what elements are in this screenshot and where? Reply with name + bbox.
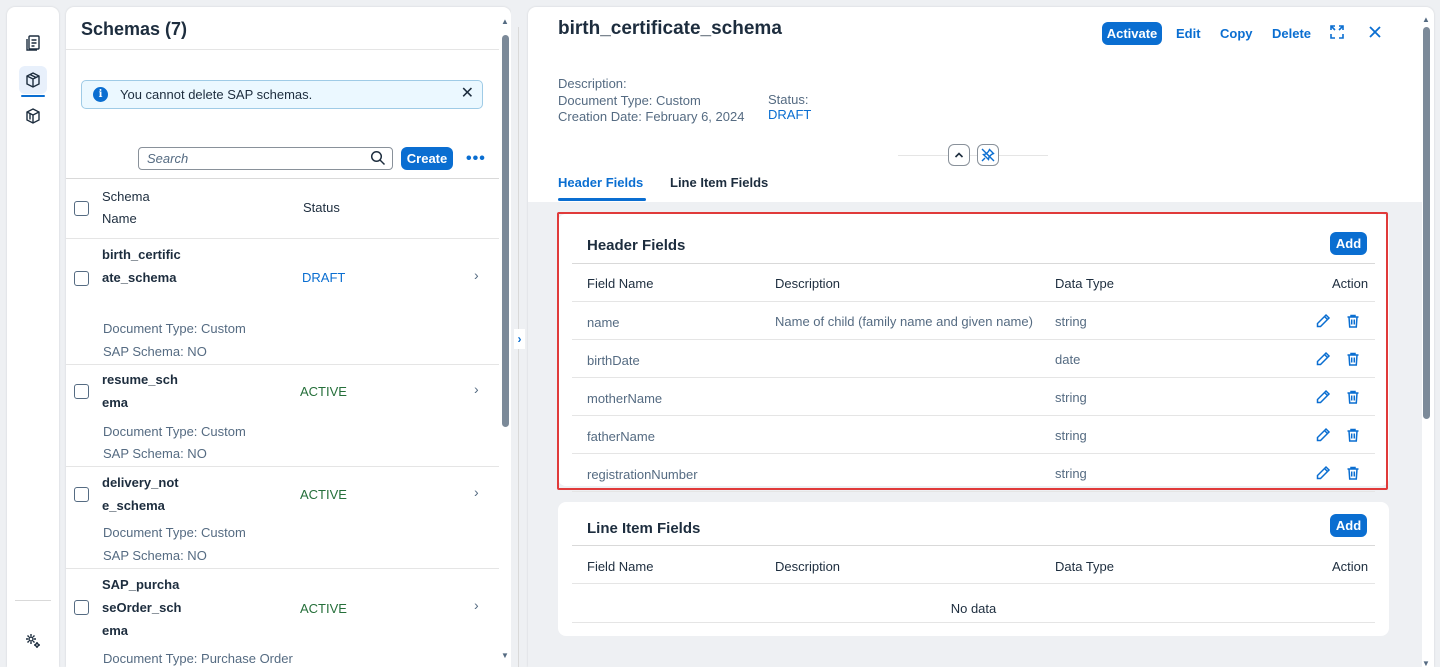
schema-detail-panel: birth_certificate_schema Activate Edit C…: [528, 7, 1434, 667]
row-schema-name: delivery_note_schema: [102, 475, 179, 513]
info-message-text: You cannot delete SAP schemas.: [120, 87, 313, 102]
row-checkbox[interactable]: [74, 600, 89, 615]
create-button[interactable]: Create: [401, 147, 453, 170]
row-schema-name: birth_certificate_schema: [102, 247, 181, 285]
detail-scrollbar[interactable]: ▲ ▼: [1422, 15, 1430, 667]
settings-gear-icon[interactable]: [19, 627, 47, 655]
row-status: ACTIVE: [300, 487, 347, 502]
row-document-type: Document Type: Custom: [103, 321, 246, 336]
scroll-up-icon[interactable]: ▲: [1422, 15, 1430, 24]
documents-icon[interactable]: [19, 29, 47, 57]
scroll-down-icon[interactable]: ▼: [501, 651, 509, 660]
close-icon[interactable]: [1368, 24, 1382, 43]
close-icon[interactable]: ✕: [461, 86, 474, 102]
row-divider: [572, 622, 1375, 623]
search-input[interactable]: [139, 148, 359, 168]
document-type-info: Document Type: Custom: [558, 93, 701, 108]
copy-button[interactable]: Copy: [1220, 26, 1253, 41]
chevron-right-icon[interactable]: ›: [474, 267, 479, 283]
row-divider: [66, 238, 499, 239]
chevron-right-icon[interactable]: ›: [474, 381, 479, 397]
chevron-right-icon[interactable]: ›: [514, 329, 525, 349]
row-checkbox[interactable]: [74, 384, 89, 399]
row-sap-schema: SAP Schema: NO: [103, 446, 207, 461]
column-header-description: Description: [775, 559, 841, 574]
more-options-button[interactable]: •••: [466, 151, 486, 167]
column-header-field-name: Field Name: [587, 559, 654, 574]
row-status: ACTIVE: [300, 384, 347, 399]
creation-date-info: Creation Date: February 6, 2024: [558, 109, 745, 124]
add-line-item-field-button[interactable]: Add: [1330, 514, 1367, 537]
row-document-type: Document Type: Custom: [103, 525, 246, 540]
line-item-fields-title: Line Item Fields: [587, 520, 701, 537]
row-divider: [66, 466, 499, 467]
info-icon: i: [93, 87, 108, 102]
templates-icon[interactable]: [19, 102, 47, 130]
row-schema-name: resume_schema: [102, 372, 178, 410]
schema-cube-icon[interactable]: [19, 66, 47, 97]
chevron-right-icon[interactable]: ›: [474, 484, 479, 500]
row-divider: [66, 364, 499, 365]
panel-splitter[interactable]: ›: [511, 7, 527, 667]
row-divider: [572, 583, 1375, 584]
select-all-checkbox[interactable]: [74, 201, 89, 216]
table-header-top-line: [572, 545, 1375, 546]
column-header-data-type: Data Type: [1055, 559, 1115, 574]
collapse-header-button[interactable]: [948, 144, 970, 166]
list-scrollbar[interactable]: ▲ ▼: [501, 17, 509, 660]
row-document-type: Document Type: Custom: [103, 424, 246, 439]
table-top-divider: [66, 178, 499, 179]
row-document-type: Document Type: Purchase Order: [103, 651, 293, 666]
scroll-up-icon[interactable]: ▲: [501, 17, 509, 26]
row-divider: [572, 491, 1375, 492]
line-item-fields-card: Line Item Fields Add Field Name Descript…: [558, 502, 1389, 636]
no-data-text: No data: [950, 601, 997, 616]
tab-header-fields[interactable]: Header Fields: [558, 175, 647, 201]
row-sap-schema: SAP Schema: NO: [103, 344, 207, 359]
column-header-action: Action: [1332, 559, 1369, 574]
pin-header-icon[interactable]: [977, 144, 999, 166]
schema-list-panel: Schemas (7) i You cannot delete SAP sche…: [66, 7, 511, 667]
detail-scrollbar-thumb[interactable]: [1423, 27, 1430, 419]
status-label: Status:: [768, 92, 809, 107]
column-header-status[interactable]: Status: [303, 197, 340, 219]
row-status: ACTIVE: [300, 601, 347, 616]
description-label: Description:: [558, 76, 627, 91]
list-scrollbar-thumb[interactable]: [502, 35, 509, 427]
row-schema-name: SAP_purchaseOrder_schema: [102, 577, 182, 638]
row-status: DRAFT: [302, 270, 346, 285]
expand-fullscreen-icon[interactable]: [1329, 24, 1345, 43]
highlight-annotation-box: [557, 212, 1388, 490]
list-title: Schemas (7): [81, 19, 188, 39]
chevron-right-icon[interactable]: ›: [474, 597, 479, 613]
list-header-divider: [66, 49, 499, 50]
activate-button[interactable]: Activate: [1102, 22, 1162, 45]
delete-button[interactable]: Delete: [1272, 26, 1311, 41]
rail-divider: [15, 600, 51, 601]
side-navigation-rail: [7, 7, 59, 667]
edit-button[interactable]: Edit: [1176, 26, 1201, 41]
column-header-schema-name[interactable]: Schema Name: [102, 186, 162, 230]
scroll-down-icon[interactable]: ▼: [1422, 659, 1430, 667]
row-checkbox[interactable]: [74, 487, 89, 502]
search-icon[interactable]: [370, 150, 386, 169]
row-checkbox[interactable]: [74, 271, 89, 286]
status-badge: DRAFT: [768, 107, 812, 122]
info-message-strip: i You cannot delete SAP schemas. ✕: [81, 80, 483, 109]
header-collapse-divider: [898, 155, 1048, 156]
row-divider: [66, 568, 499, 569]
row-sap-schema: SAP Schema: NO: [103, 548, 207, 563]
tab-line-item-fields[interactable]: Line Item Fields: [670, 175, 768, 190]
search-field[interactable]: [138, 147, 393, 170]
page-title: birth_certificate_schema: [558, 18, 782, 39]
